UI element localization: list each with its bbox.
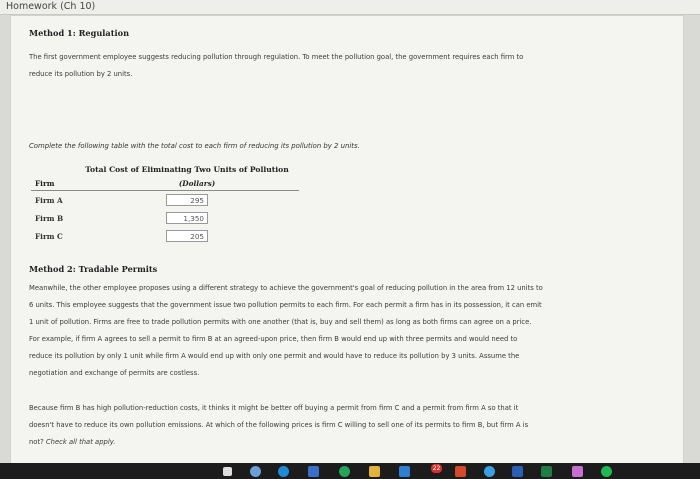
method2-heading: Method 2: Tradable Permits xyxy=(29,264,158,274)
table-header-firm: Firm xyxy=(35,179,55,188)
store-icon[interactable] xyxy=(308,466,319,477)
window-title: Homework (Ch 10) xyxy=(6,1,96,12)
office-icon[interactable] xyxy=(455,466,466,477)
method2-line: For example, if firm A agrees to sell a … xyxy=(29,335,518,343)
table-row-firm-b-label: Firm B xyxy=(35,214,64,223)
taskbar: 22 xyxy=(0,463,700,479)
notification-badge: 22 xyxy=(431,464,442,473)
question-line3: not? Check all that apply. xyxy=(29,434,115,451)
method1-para-line2: reduce its pollution by 2 units. xyxy=(29,70,133,78)
search-icon[interactable] xyxy=(250,466,261,477)
edge-browser-icon[interactable] xyxy=(278,466,289,477)
table-row-firm-a-label: Firm A xyxy=(35,196,63,205)
firm-a-cost-input[interactable]: 295 xyxy=(166,194,208,206)
window-titlebar: Homework (Ch 10) xyxy=(0,0,700,15)
check-all-instruction: Check all that apply. xyxy=(45,438,116,446)
word-icon[interactable] xyxy=(512,466,523,477)
method1-heading: Method 1: Regulation xyxy=(29,28,130,38)
file-explorer-icon[interactable] xyxy=(369,466,380,477)
table-row-firm-c-label: Firm C xyxy=(35,232,63,241)
spotify-icon[interactable] xyxy=(601,466,612,477)
firm-b-cost-input[interactable]: 1,350 xyxy=(166,212,208,224)
homework-page: Method 1: Regulation The first governmen… xyxy=(10,15,684,465)
method2-line: 6 units. This employee suggests that the… xyxy=(29,301,542,309)
table-header-rule xyxy=(31,190,299,191)
method2-line: negotiation and exchange of permits are … xyxy=(29,369,200,377)
excel-icon[interactable] xyxy=(541,466,552,477)
method2-line: Meanwhile, the other employee proposes u… xyxy=(29,284,543,292)
windows-start-icon[interactable] xyxy=(223,467,232,476)
media-icon[interactable] xyxy=(484,466,495,477)
method2-line: reduce its pollution by only 1 unit whil… xyxy=(29,352,520,360)
table-header-cost: (Dollars) xyxy=(178,179,216,188)
method2-line: 1 unit of pollution. Firms are free to t… xyxy=(29,318,532,326)
question-line3-text: not? xyxy=(29,438,46,446)
question-line1: Because firm B has high pollution-reduct… xyxy=(29,404,519,412)
photos-icon[interactable] xyxy=(572,466,583,477)
question-line2: doesn't have to reduce its own pollution… xyxy=(29,421,529,429)
table-title: Total Cost of Eliminating Two Units of P… xyxy=(85,165,289,174)
method1-para-line1: The first government employee suggests r… xyxy=(29,53,524,61)
mail-icon[interactable] xyxy=(399,466,410,477)
chrome-icon[interactable] xyxy=(339,466,350,477)
firm-c-cost-input[interactable]: 205 xyxy=(166,230,208,242)
table-instruction: Complete the following table with the to… xyxy=(29,142,360,150)
